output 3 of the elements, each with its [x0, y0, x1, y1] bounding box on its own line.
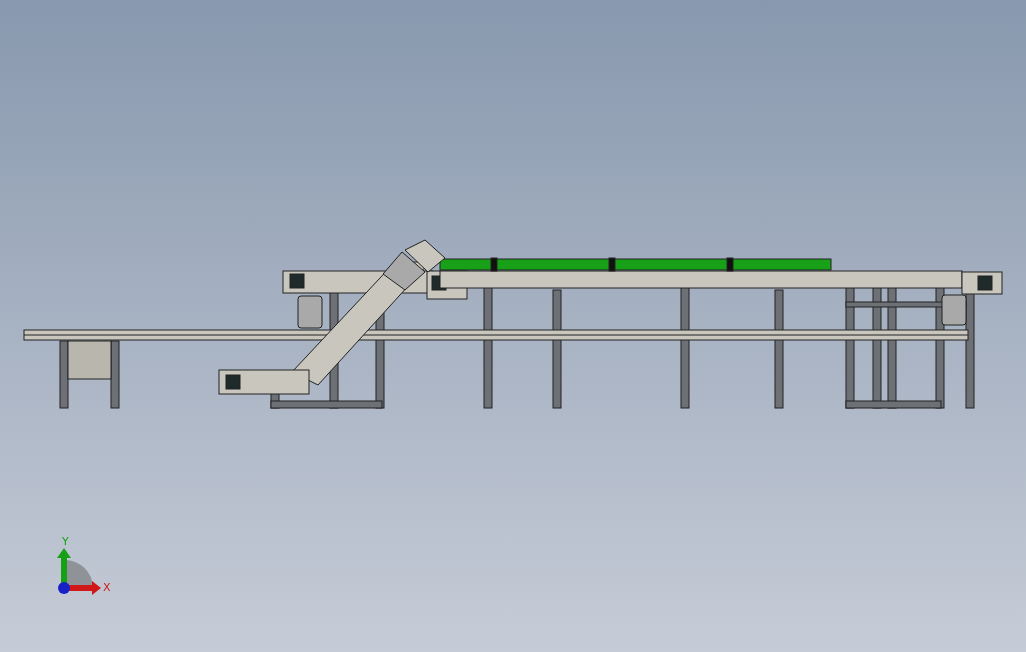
axis-triad-drawing: [57, 548, 101, 595]
x-axis-label: X: [103, 581, 111, 594]
y-axis-label: Y: [62, 535, 69, 548]
